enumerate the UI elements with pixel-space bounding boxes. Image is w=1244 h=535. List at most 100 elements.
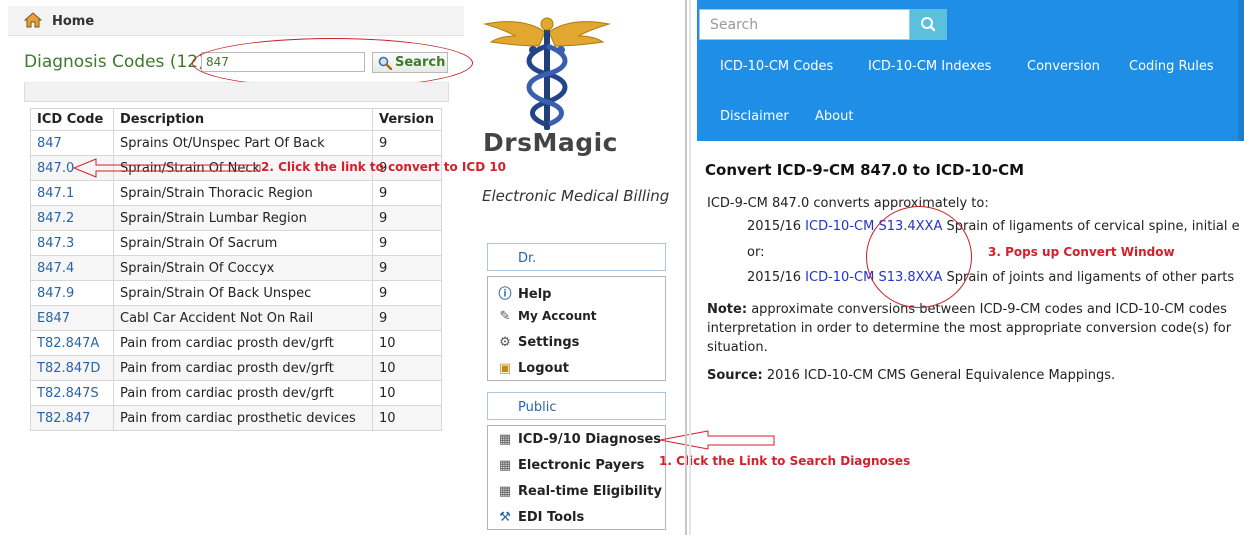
home-bar: Home	[8, 6, 464, 36]
grid-icon: ▦	[498, 484, 512, 499]
description-cell: Sprain/Strain Of Coccyx	[113, 255, 373, 281]
table-row: 847.1 Sprain/Strain Thoracic Region 9	[30, 180, 442, 206]
conversion-intro: ICD-9-CM 847.0 converts approximately to…	[707, 196, 989, 211]
site-search-button[interactable]	[910, 9, 947, 40]
option-2-year: 2015/16	[747, 270, 802, 285]
source-text: 2016 ICD-10-CM CMS General Equivalence M…	[766, 368, 1116, 383]
home-icon[interactable]	[24, 12, 42, 28]
column-header-description[interactable]: Description	[113, 108, 373, 131]
description-cell: Pain from cardiac prosth dev/grft	[113, 330, 373, 356]
conversion-note: Note: approximate conversions between IC…	[707, 300, 1244, 357]
annotation-step-2: 2. Click the link to convert to ICD 10	[261, 160, 507, 174]
description-cell: Pain from cardiac prosthetic devices	[113, 405, 373, 431]
version-cell: 9	[372, 255, 442, 281]
version-cell: 9	[372, 205, 442, 231]
description-cell: Sprain/Strain Thoracic Region	[113, 180, 373, 206]
note-text-2: interpretation in order to determine the…	[707, 321, 1232, 336]
nav-icd10-codes[interactable]: ICD-10-CM Codes	[720, 59, 833, 74]
table-row: T82.847S Pain from cardiac prosth dev/grf…	[30, 380, 442, 406]
version-cell: 9	[372, 280, 442, 306]
menu-item-edi-tools[interactable]: ⚒ EDI Tools	[498, 510, 584, 525]
menu-item-realtime-eligibility-label: Real-time Eligibility	[518, 484, 662, 499]
table-row: T82.847D Pain from cardiac prosth dev/grf…	[30, 355, 442, 381]
menu-item-edi-tools-label: EDI Tools	[518, 510, 585, 525]
table-row: 847.9 Sprain/Strain Of Back Unspec 9	[30, 280, 442, 306]
account-icon: ✎	[499, 309, 511, 324]
icd-code-link[interactable]: T82.847	[30, 405, 114, 431]
note-line-1: Note: approximate conversions between IC…	[707, 300, 1244, 319]
menu-item-my-account[interactable]: ✎ My Account	[498, 309, 597, 324]
version-cell: 9	[372, 180, 442, 206]
version-cell: 10	[372, 405, 442, 431]
option-1-system-link[interactable]: ICD-10-CM	[805, 219, 874, 234]
menu-item-icd-diagnoses-label: ICD-9/10 Diagnoses	[518, 432, 662, 447]
icd-code-link[interactable]: E847	[30, 305, 114, 331]
panel-divider-shadow	[689, 0, 691, 535]
annotation-ellipse-search	[192, 38, 473, 88]
nav-conversion[interactable]: Conversion	[1027, 59, 1100, 74]
brand-name: DrsMagic	[483, 128, 618, 157]
panel-divider	[685, 0, 687, 535]
scrollbar-track[interactable]	[1238, 0, 1244, 141]
menu-item-logout[interactable]: ▣ Logout	[498, 361, 569, 376]
nav-icd10-indexes[interactable]: ICD-10-CM Indexes	[868, 59, 991, 74]
table-row: 847 Sprains Ot/Unspec Part Of Back 9	[30, 130, 442, 156]
column-header-version[interactable]: Version	[372, 108, 442, 131]
public-section-label: Public	[518, 400, 557, 415]
settings-icon: ⚙	[499, 335, 511, 350]
diagnosis-codes-title: Diagnosis Codes (12)	[24, 52, 205, 72]
public-menu: ▦ ICD-9/10 Diagnoses ▦ Electronic Payers ▦…	[487, 425, 666, 530]
site-search-input[interactable]: Search	[699, 9, 910, 40]
menu-item-settings-label: Settings	[518, 335, 580, 350]
note-label: Note:	[707, 302, 748, 317]
menu-item-settings[interactable]: ⚙ Settings	[498, 335, 579, 350]
menu-item-electronic-payers[interactable]: ▦ Electronic Payers	[498, 458, 645, 473]
results-toolbar	[24, 82, 449, 102]
annotation-step-3: 3. Pops up Convert Window	[988, 245, 1175, 259]
table-row: 847.4 Sprain/Strain Of Coccyx 9	[30, 255, 442, 281]
menu-item-my-account-label: My Account	[518, 309, 597, 323]
table-row: T82.847 Pain from cardiac prosthetic devi…	[30, 405, 442, 431]
description-cell: Sprain/Strain Of Sacrum	[113, 230, 373, 256]
icd-code-link[interactable]: 847	[30, 130, 114, 156]
account-menu: ⓘ Help ✎ My Account ⚙ Settings ▣ Logout	[487, 276, 666, 381]
search-icon	[921, 17, 936, 32]
conversion-option-1: 2015/16 ICD-10-CM S13.4XXA Sprain of lig…	[747, 219, 1244, 234]
conversion-title: Convert ICD-9-CM 847.0 to ICD-10-CM	[705, 161, 1025, 179]
option-2-system-link[interactable]: ICD-10-CM	[805, 270, 874, 285]
dr-section-label: Dr.	[518, 251, 537, 266]
icd-code-link[interactable]: 847.1	[30, 180, 114, 206]
menu-item-icd-diagnoses[interactable]: ▦ ICD-9/10 Diagnoses	[498, 432, 661, 447]
option-2-description: Sprain of joints and ligaments of other …	[946, 270, 1235, 285]
icd-code-link[interactable]: T82.847S	[30, 380, 114, 406]
icd-code-link[interactable]: 847.2	[30, 205, 114, 231]
note-text-1: approximate conversions between ICD-9-CM…	[751, 302, 1227, 317]
description-cell: Sprains Ot/Unspec Part Of Back	[113, 130, 373, 156]
version-cell: 10	[372, 355, 442, 381]
icd-code-link[interactable]: 847.9	[30, 280, 114, 306]
description-cell: Pain from cardiac prosth dev/grft	[113, 380, 373, 406]
annotation-ellipse-codes	[866, 206, 972, 308]
public-section-header[interactable]: Public	[487, 392, 666, 420]
version-cell: 9	[372, 130, 442, 156]
note-text-3: situation.	[707, 340, 768, 355]
grid-icon: ▦	[498, 458, 512, 473]
menu-item-realtime-eligibility[interactable]: ▦ Real-time Eligibility	[498, 484, 662, 499]
table-row: 847.2 Sprain/Strain Lumbar Region 9	[30, 205, 442, 231]
nav-disclaimer[interactable]: Disclaimer	[720, 109, 789, 124]
tools-icon: ⚒	[499, 510, 511, 525]
nav-coding-rules[interactable]: Coding Rules	[1129, 59, 1214, 74]
dr-section-header[interactable]: Dr.	[487, 243, 666, 271]
option-1-description: Sprain of ligaments of cervical spine, i…	[946, 219, 1240, 234]
version-cell: 9	[372, 305, 442, 331]
icd-code-link[interactable]: T82.847A	[30, 330, 114, 356]
icd-code-link[interactable]: T82.847D	[30, 355, 114, 381]
nav-about[interactable]: About	[815, 109, 853, 124]
menu-item-help[interactable]: ⓘ Help	[498, 283, 551, 302]
icd-code-link[interactable]: 847.3	[30, 230, 114, 256]
column-header-icd-code[interactable]: ICD Code	[30, 108, 114, 131]
home-link[interactable]: Home	[52, 14, 94, 29]
brand-tagline: Electronic Medical Billing	[482, 187, 670, 205]
icd-code-link[interactable]: 847.4	[30, 255, 114, 281]
version-cell: 9	[372, 230, 442, 256]
